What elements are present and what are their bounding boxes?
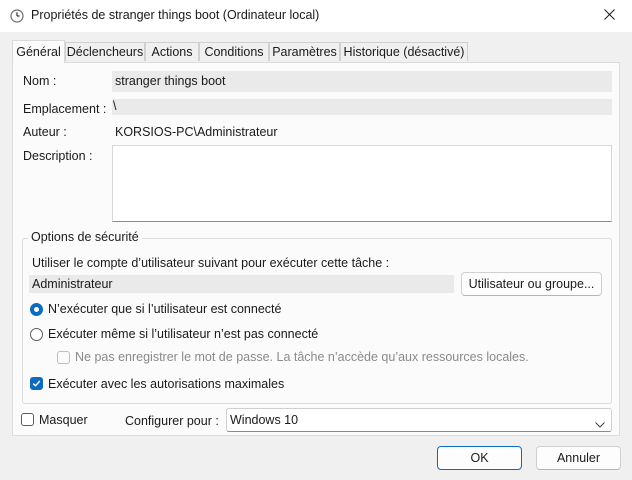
cancel-button[interactable]: Annuler	[536, 446, 621, 470]
name-field[interactable]: stranger things boot	[112, 71, 612, 92]
location-value: \	[113, 99, 117, 113]
do-not-store-password-label: Ne pas enregistrer le mot de passe. La t…	[75, 350, 529, 364]
title-bar: Propriétés de stranger things boot (Ordi…	[0, 0, 632, 32]
task-scheduler-clock-icon	[10, 9, 24, 23]
close-icon	[603, 9, 615, 23]
window-title: Propriétés de stranger things boot (Ordi…	[31, 8, 320, 22]
tab-general[interactable]: Général	[12, 40, 65, 63]
account-prompt: Utiliser le compte d’utilisateur suivant…	[32, 256, 390, 270]
chevron-down-icon	[595, 417, 605, 431]
run-whether-logged-on-label: Exécuter même si l’utilisateur n’est pas…	[48, 327, 319, 341]
location-label: Emplacement :	[23, 102, 107, 116]
tab-history[interactable]: Historique (désactivé)	[340, 42, 468, 61]
tab-triggers[interactable]: Déclencheurs	[65, 42, 145, 61]
author-label: Auteur :	[23, 125, 67, 139]
hidden-checkbox[interactable]	[21, 413, 34, 426]
configure-for-value: Windows 10	[230, 413, 299, 427]
description-textarea[interactable]	[112, 145, 612, 222]
configure-for-label: Configurer pour :	[125, 414, 219, 428]
name-value: stranger things boot	[115, 74, 226, 88]
highest-privileges-label: Exécuter avec les autorisations maximale…	[48, 377, 285, 391]
author-value: KORSIOS-PC\Administrateur	[115, 125, 278, 139]
run-only-logged-on-radio[interactable]	[30, 303, 43, 316]
hidden-label: Masquer	[39, 413, 88, 427]
description-label: Description :	[23, 149, 93, 163]
tab-settings[interactable]: Paramètres	[269, 42, 340, 61]
run-whether-logged-on-radio[interactable]	[30, 328, 43, 341]
tab-actions[interactable]: Actions	[145, 42, 199, 61]
user-or-group-button[interactable]: Utilisateur ou groupe...	[461, 272, 602, 296]
highest-privileges-checkbox[interactable]	[30, 377, 43, 390]
account-field: Administrateur	[29, 275, 454, 293]
ok-button[interactable]: OK	[437, 446, 522, 470]
configure-for-select[interactable]: Windows 10	[226, 408, 612, 432]
close-button[interactable]	[586, 0, 632, 32]
name-label: Nom :	[23, 74, 57, 88]
tab-conditions[interactable]: Conditions	[199, 42, 269, 61]
tab-strip: Général Déclencheurs Actions Conditions …	[12, 40, 620, 63]
run-only-logged-on-label: N’exécuter que si l’utilisateur est conn…	[48, 302, 282, 316]
location-field: \	[112, 99, 612, 115]
do-not-store-password-checkbox[interactable]	[57, 351, 70, 364]
security-options-legend: Options de sécurité	[28, 230, 142, 244]
account-value: Administrateur	[32, 277, 113, 291]
